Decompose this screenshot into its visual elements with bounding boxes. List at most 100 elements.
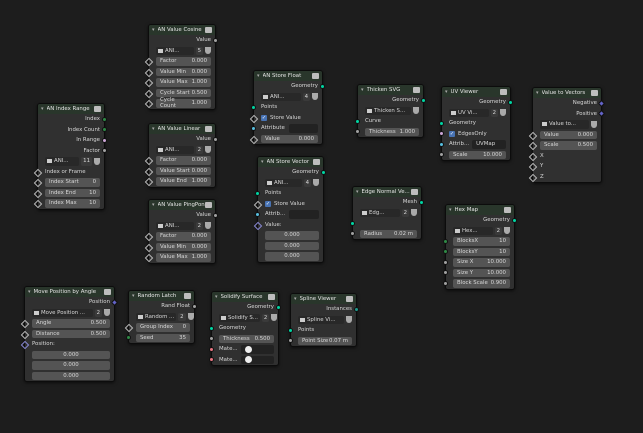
node-thicken-svg[interactable]: ▾ Thicken SVG Geometry Thicken S... Curv…	[355, 84, 426, 138]
input-socket[interactable]	[144, 167, 154, 176]
input-socket[interactable]	[126, 335, 131, 341]
node-header[interactable]: ▾ AN Value PingPong	[149, 200, 215, 210]
input-socket[interactable]	[209, 336, 214, 342]
output-socket[interactable]	[597, 99, 606, 107]
vector-z-field[interactable]: 0.000	[265, 252, 319, 261]
input-socket[interactable]	[144, 89, 154, 98]
user-count[interactable]: 2	[401, 208, 409, 217]
user-count[interactable]: 2	[195, 145, 203, 154]
index-max-field[interactable]: Index Max 10	[45, 199, 100, 208]
node-group-dropdown[interactable]: ANI...	[156, 145, 194, 154]
input-socket[interactable]	[439, 141, 444, 147]
input-socket[interactable]	[443, 238, 448, 244]
node-header[interactable]: ▾ UV Viewer	[442, 87, 510, 97]
fake-user-shield-icon[interactable]	[205, 47, 211, 55]
output-socket[interactable]	[419, 199, 424, 205]
blocksy-field[interactable]: BlocksY 10	[453, 247, 510, 256]
node-group-dropdown[interactable]: Move Position ...	[32, 308, 93, 317]
output-socket[interactable]	[102, 137, 107, 143]
input-socket[interactable]	[528, 131, 538, 140]
node-header[interactable]: ▾ Value to Vectors	[533, 88, 601, 98]
node-group-dropdown[interactable]: ANI...	[265, 178, 302, 187]
node-store-float[interactable]: ▾ AN Store Float Geometry ANI... 4 Point…	[249, 70, 325, 145]
input-socket[interactable]	[20, 341, 30, 350]
value-max-field[interactable]: Value Max 1.000	[156, 78, 211, 87]
user-count[interactable]: 2	[195, 221, 203, 230]
node-uv-viewer[interactable]: ▾ UV Viewer Geometry UV Vi... 2 Geometry…	[439, 86, 513, 161]
fake-user-shield-icon[interactable]	[500, 109, 506, 117]
node-header[interactable]: ▾ Move Position by Angle	[25, 287, 114, 297]
node-edge-normal-vectors[interactable]: ▾ Edge Normal Ve... Mesh Edg... 2 Radius…	[350, 186, 424, 240]
factor-field[interactable]: Factor 0.000	[156, 232, 211, 241]
user-count[interactable]: 2	[490, 108, 498, 117]
node-hex-map[interactable]: ▾ Hex Map Geometry Hex... 2 BlocksX 10 Bl…	[443, 204, 517, 290]
output-socket[interactable]	[321, 169, 326, 175]
node-store-vector[interactable]: ▾ AN Store Vector Geometry ANI... 4 Poin…	[253, 156, 326, 263]
collapse-chevron-icon[interactable]: ▾	[449, 207, 452, 213]
output-socket[interactable]	[192, 303, 197, 309]
output-socket[interactable]	[421, 97, 426, 103]
output-socket[interactable]	[110, 298, 119, 306]
collapse-chevron-icon[interactable]: ▾	[445, 89, 448, 95]
input-socket[interactable]	[528, 173, 538, 182]
fake-user-shield-icon[interactable]	[591, 120, 597, 128]
node-header[interactable]: ▾ AN Store Float	[254, 71, 322, 81]
input-socket[interactable]	[33, 189, 43, 198]
node-group-dropdown[interactable]: Thicken S...	[365, 106, 411, 115]
input-socket[interactable]	[528, 152, 538, 161]
output-socket[interactable]	[320, 83, 325, 89]
fake-user-shield-icon[interactable]	[205, 146, 211, 154]
input-socket[interactable]	[144, 68, 154, 77]
thickness-field[interactable]: Thickness 0.500	[219, 334, 274, 343]
input-socket[interactable]	[355, 129, 360, 135]
factor-field[interactable]: Factor 0.000	[156, 57, 211, 66]
collapse-chevron-icon[interactable]: ▾	[361, 87, 364, 93]
input-socket[interactable]	[443, 280, 448, 286]
node-header[interactable]: ▾ AN Value Linear	[149, 124, 215, 134]
node-header[interactable]: ▾ AN Index Range	[38, 104, 104, 114]
input-socket[interactable]	[209, 325, 214, 331]
input-socket[interactable]	[255, 190, 260, 196]
node-group-dropdown[interactable]: Random ...	[136, 312, 177, 321]
input-socket[interactable]	[209, 346, 214, 352]
vector-x-field[interactable]: 0.000	[265, 231, 319, 240]
fake-user-shield-icon[interactable]	[411, 209, 417, 217]
value-start-field[interactable]: Value Start 0.000	[156, 166, 211, 175]
cycle-count-field[interactable]: Cycle Count 1.000	[156, 97, 211, 109]
output-socket[interactable]	[354, 306, 359, 312]
material-field[interactable]	[240, 355, 274, 364]
value-min-field[interactable]: Value Min 0.000	[156, 67, 211, 76]
input-socket[interactable]	[144, 157, 154, 166]
node-group-dropdown[interactable]: Solidify S...	[219, 313, 260, 322]
vector-x-field[interactable]: 0.000	[32, 350, 110, 359]
size-y-field[interactable]: Size Y 10.000	[453, 268, 510, 277]
output-socket[interactable]	[213, 212, 218, 218]
fake-user-shield-icon[interactable]	[504, 227, 510, 235]
node-header[interactable]: ▾ Solidify Surface	[212, 292, 278, 302]
scale-field[interactable]: Scale 0.500	[540, 141, 597, 150]
fake-user-shield-icon[interactable]	[205, 222, 211, 230]
input-socket[interactable]	[20, 330, 30, 339]
fake-user-shield-icon[interactable]	[312, 93, 318, 101]
input-socket[interactable]	[249, 135, 259, 144]
scale-field[interactable]: Scale 10.000	[449, 150, 506, 159]
node-group-dropdown[interactable]: Edg...	[360, 208, 400, 217]
input-socket[interactable]	[253, 221, 263, 230]
input-socket[interactable]	[144, 100, 154, 109]
fake-user-shield-icon[interactable]	[346, 316, 352, 324]
distance-field[interactable]: Distance 0.500	[32, 329, 110, 338]
node-header[interactable]: ▾ Edge Normal Ve...	[353, 187, 421, 197]
user-count[interactable]: 2	[261, 313, 270, 322]
node-group-dropdown[interactable]: ANI...	[156, 46, 194, 55]
output-socket[interactable]	[508, 99, 513, 105]
node-header[interactable]: ▾ Random Latch	[129, 291, 194, 301]
input-socket[interactable]	[439, 131, 444, 137]
input-socket[interactable]	[288, 327, 293, 333]
input-socket[interactable]	[288, 338, 293, 344]
value-field[interactable]: Value 0.000	[261, 134, 318, 143]
attribute-name-field[interactable]	[288, 124, 318, 133]
value-field[interactable]: Value 0.000	[540, 130, 597, 139]
collapse-chevron-icon[interactable]: ▾	[152, 202, 155, 208]
node-header[interactable]: ▾ Spline Viewer	[291, 294, 356, 304]
attribute-name-field[interactable]: UVMap	[472, 140, 506, 149]
